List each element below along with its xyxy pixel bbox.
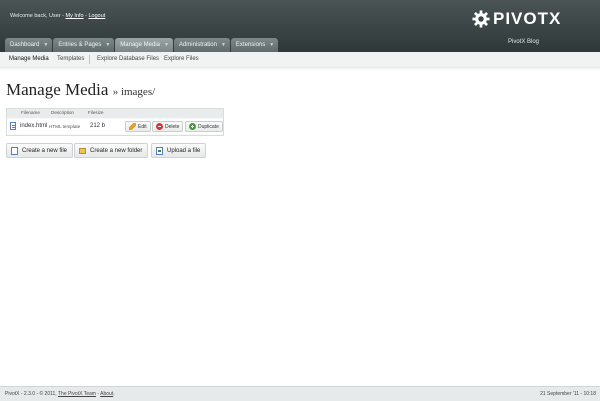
page-title-text: Manage Media (6, 80, 109, 99)
cell-filesize: 212 b (90, 123, 106, 129)
breadcrumb: » images/ (112, 86, 156, 98)
tab-label: Administration (178, 42, 217, 48)
create-new-folder-label: Create a new folder (90, 147, 143, 154)
gear-icon (472, 10, 490, 28)
footer-credits: PivotX - 2.3.0 - © 2011, The PivotX Team… (5, 391, 115, 397)
upload-file-button[interactable]: Upload a file (151, 143, 207, 158)
create-new-file-button[interactable]: Create a new file (6, 143, 74, 158)
site-name: PivotX Blog (508, 39, 540, 45)
chevron-down-icon: ▼ (105, 42, 111, 48)
cell-description: HTML template (49, 124, 81, 129)
main-tabs: Dashboard ▼ Entries & Pages ▼ Manage Media… (5, 38, 279, 52)
footer-timestamp: 21 September '11 - 10:18 (540, 391, 596, 397)
create-new-folder-button[interactable]: Create a new folder (74, 143, 149, 158)
footer: PivotX - 2.3.0 - © 2011, The PivotX Team… (0, 386, 600, 401)
edit-button[interactable]: Edit (125, 121, 151, 132)
tab-label: Extensions (235, 42, 266, 48)
subnav-explore-database-files[interactable]: Explore Database Files (97, 52, 159, 67)
tab-label: Entries & Pages (58, 42, 102, 48)
footer-version: PivotX - 2.3.0 (5, 391, 36, 397)
chevron-down-icon: ▼ (43, 42, 49, 48)
chevron-down-icon: ▼ (164, 42, 169, 48)
welcome-prefix: Welcome back, User - (10, 13, 66, 19)
about-link[interactable]: About (100, 391, 113, 397)
sub-navigation: Manage Media Templates Explore Database … (0, 52, 600, 68)
edit-label: Edit (138, 123, 147, 130)
table-row: index.html HTML template 212 b Edit Dele… (7, 119, 223, 134)
chevron-down-icon: ▼ (269, 42, 275, 48)
delete-label: Delete (165, 123, 180, 130)
pencil-icon (129, 123, 136, 130)
upload-icon (156, 146, 163, 155)
upload-file-label: Upload a file (167, 147, 201, 154)
column-header-filesize: Filesize (88, 110, 104, 115)
cell-filename[interactable]: index.html (20, 123, 47, 129)
tab-manage-media[interactable]: Manage Media ▼ (115, 38, 173, 52)
tab-entries-pages[interactable]: Entries & Pages ▼ (53, 38, 115, 52)
new-folder-icon (79, 147, 86, 154)
duplicate-icon (189, 123, 196, 130)
pivotx-team-link[interactable]: The PivotX Team (58, 391, 96, 397)
delete-button[interactable]: Delete (152, 121, 184, 132)
my-info-link[interactable]: My Info (66, 13, 84, 19)
new-file-icon (11, 146, 18, 155)
duplicate-button[interactable]: Duplicate (185, 121, 223, 132)
create-new-file-label: Create a new file (22, 147, 68, 154)
tab-label: Manage Media (120, 42, 160, 48)
header: Welcome back, User - My Info - Logout PI… (0, 0, 600, 52)
tab-administration[interactable]: Administration ▼ (173, 38, 230, 52)
tab-label: Dashboard (10, 42, 40, 48)
chevron-down-icon: ▼ (220, 42, 226, 48)
footer-dot: . (113, 391, 115, 397)
table-header: Filename Description Filesize (7, 109, 223, 118)
pivotx-logo[interactable]: PIVOTX (472, 8, 561, 30)
subnav-shadow (0, 67, 600, 70)
welcome-text: Welcome back, User - My Info - Logout (10, 13, 105, 19)
column-header-description: Description (51, 110, 74, 115)
subnav-templates[interactable]: Templates (57, 52, 84, 67)
logout-link[interactable]: Logout (88, 13, 105, 19)
duplicate-label: Duplicate (198, 123, 219, 130)
delete-icon (156, 123, 163, 130)
tab-dashboard[interactable]: Dashboard ▼ (5, 38, 53, 52)
subnav-divider (89, 55, 90, 64)
subnav-explore-files[interactable]: Explore Files (164, 52, 199, 67)
tab-extensions[interactable]: Extensions ▼ (230, 38, 279, 52)
column-header-filename: Filename (21, 110, 40, 115)
html-file-icon (10, 122, 16, 130)
subnav-manage-media[interactable]: Manage Media (9, 52, 49, 67)
file-table: Filename Description Filesize index.html… (6, 108, 224, 136)
logo-text: PIVOTX (493, 9, 562, 28)
page-title: Manage Media » images/ (6, 80, 155, 100)
footer-copyright: - © 2011, (35, 391, 58, 397)
